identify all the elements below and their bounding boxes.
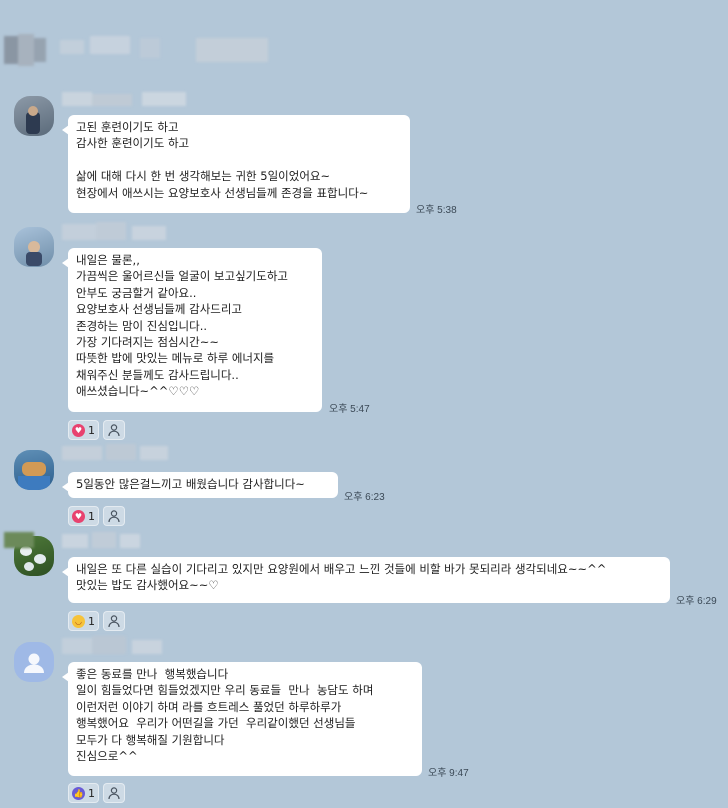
add-reaction-button[interactable]	[103, 611, 125, 631]
reaction-bar: 👍 1	[68, 783, 125, 803]
message-bubble[interactable]: 5일동안 많은걸느끼고 배웠습니다 감사합니다~	[62, 472, 338, 498]
avatar[interactable]	[14, 227, 54, 267]
add-reaction-button[interactable]	[103, 420, 125, 440]
add-reaction-button[interactable]	[103, 783, 125, 803]
person-icon	[108, 424, 120, 437]
message-time: 오후 9:47	[428, 768, 469, 779]
person-icon	[108, 615, 120, 628]
reaction-bar: ♥ 1	[68, 506, 125, 526]
message-bubble[interactable]: 내일은 또 다른 실습이 기다리고 있지만 요양원에서 배우고 느낀 것들에 비…	[62, 557, 670, 603]
message-time: 오후 5:47	[329, 404, 370, 415]
sender-name-blurred	[62, 636, 172, 656]
message-bubble[interactable]: 좋은 동료를 만나 행복했습니다 일이 힘들었다면 힘들었겠지만 우리 동료들 …	[62, 662, 422, 776]
reaction-count: 1	[88, 509, 95, 523]
message-time: 오후 6:29	[676, 596, 717, 607]
person-icon	[108, 787, 120, 800]
reaction-count: 1	[88, 423, 95, 437]
laughing-emoji-icon: ◡	[72, 614, 85, 628]
sender-name-blurred	[62, 92, 202, 108]
message-time: 오후 6:23	[344, 492, 385, 503]
heart-emoji-icon: ♥	[72, 423, 85, 437]
avatar[interactable]	[14, 642, 54, 682]
reaction-count: 1	[88, 614, 95, 628]
message-bubble[interactable]: 고된 훈련이기도 하고 감사한 훈련이기도 하고 삶에 대해 다시 한 번 생각…	[62, 115, 410, 213]
add-reaction-button[interactable]	[103, 506, 125, 526]
reaction-chip[interactable]: 👍 1	[68, 783, 99, 803]
thumbs-up-emoji-icon: 👍	[72, 786, 85, 800]
reaction-bar: ◡ 1	[68, 611, 125, 631]
avatar[interactable]	[14, 96, 54, 136]
reaction-chip[interactable]: ◡ 1	[68, 611, 99, 631]
reaction-bar: ♥ 1	[68, 420, 125, 440]
default-profile-icon	[24, 653, 44, 673]
sender-name-blurred	[62, 444, 172, 462]
reaction-count: 1	[88, 786, 95, 800]
message-bubble[interactable]: 내일은 물론,, 가끔씩은 울어르신들 얼굴이 보고싶기도하고 안부도 궁금할거…	[62, 248, 322, 412]
reaction-chip[interactable]: ♥ 1	[68, 506, 99, 526]
message-time: 오후 5:38	[416, 205, 457, 216]
reaction-chip[interactable]: ♥ 1	[68, 420, 99, 440]
blurred-header	[0, 30, 300, 74]
sender-name-blurred	[62, 222, 172, 242]
person-icon	[108, 510, 120, 523]
avatar[interactable]	[14, 450, 54, 490]
heart-emoji-icon: ♥	[72, 509, 85, 523]
sender-name-blurred	[0, 530, 170, 552]
